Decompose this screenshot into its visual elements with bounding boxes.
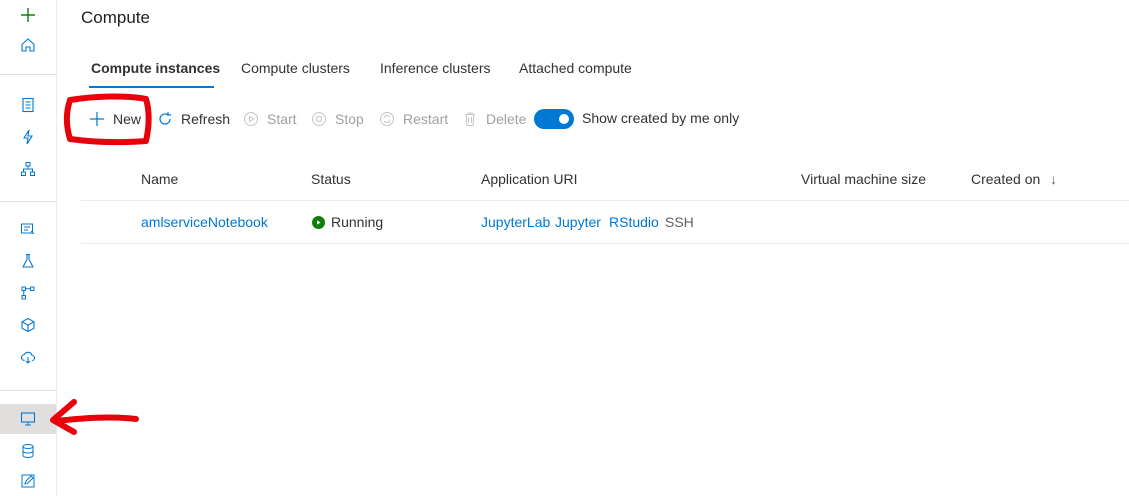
nav-divider bbox=[0, 390, 56, 391]
status-text: Running bbox=[331, 214, 384, 230]
tab-compute-clusters[interactable]: Compute clusters bbox=[241, 60, 350, 76]
experiments-icon[interactable] bbox=[0, 246, 56, 276]
play-icon bbox=[244, 112, 258, 126]
refresh-icon bbox=[159, 112, 171, 125]
created-on-label: Created on bbox=[971, 171, 1041, 187]
status-cell: Running bbox=[312, 214, 383, 230]
plus-icon bbox=[90, 112, 104, 126]
created-by-me-toggle[interactable] bbox=[534, 109, 574, 129]
jupyterlab-link[interactable]: JupyterLab bbox=[481, 214, 550, 230]
tab-attached-compute[interactable]: Attached compute bbox=[519, 60, 632, 76]
home-icon[interactable] bbox=[0, 30, 56, 60]
refresh-button[interactable]: Refresh bbox=[157, 108, 230, 130]
stop-icon bbox=[312, 112, 326, 126]
rstudio-link[interactable]: RStudio bbox=[609, 214, 659, 230]
datastores-icon[interactable] bbox=[0, 436, 56, 466]
column-header-vm-size[interactable]: Virtual machine size bbox=[801, 171, 926, 187]
active-tab-indicator bbox=[89, 86, 214, 88]
column-header-status[interactable]: Status bbox=[311, 171, 351, 187]
running-status-icon bbox=[312, 215, 325, 229]
restart-icon bbox=[380, 112, 394, 126]
trash-icon bbox=[465, 112, 475, 126]
ssh-link[interactable]: SSH bbox=[665, 214, 694, 230]
sort-descending-icon: ↓ bbox=[1050, 171, 1058, 187]
automl-icon[interactable] bbox=[0, 122, 56, 152]
new-button-label: New bbox=[113, 111, 142, 127]
delete-button[interactable]: Delete bbox=[462, 108, 526, 130]
compute-icon[interactable] bbox=[0, 404, 56, 434]
annotation-arrow-shaft bbox=[53, 414, 139, 424]
tab-compute-instances[interactable]: Compute instances bbox=[91, 60, 220, 76]
notebook-icon[interactable] bbox=[0, 90, 56, 120]
compute-name-link[interactable]: amlserviceNotebook bbox=[141, 214, 268, 230]
delete-button-label: Delete bbox=[486, 111, 527, 127]
left-nav bbox=[0, 0, 57, 496]
datasets-icon[interactable] bbox=[0, 214, 56, 244]
toggle-label: Show created by me only bbox=[582, 110, 740, 126]
designer-icon[interactable] bbox=[0, 154, 56, 184]
new-button[interactable]: New bbox=[89, 108, 141, 130]
toggle-knob bbox=[559, 114, 569, 124]
start-button[interactable]: Start bbox=[243, 108, 297, 130]
plus-icon[interactable] bbox=[0, 0, 56, 30]
models-icon[interactable] bbox=[0, 310, 56, 340]
column-header-created-on[interactable]: Created on ↓ bbox=[971, 171, 1057, 187]
row-divider bbox=[81, 243, 1129, 244]
jupyter-link[interactable]: Jupyter bbox=[555, 214, 601, 230]
header-divider bbox=[81, 200, 1129, 201]
labeling-icon[interactable] bbox=[0, 466, 56, 496]
refresh-button-label: Refresh bbox=[181, 111, 231, 127]
endpoints-icon[interactable] bbox=[0, 342, 56, 372]
column-header-application-uri[interactable]: Application URI bbox=[481, 171, 578, 187]
restart-button[interactable]: Restart bbox=[379, 108, 448, 130]
nav-divider bbox=[0, 74, 56, 75]
stop-button[interactable]: Stop bbox=[311, 108, 364, 130]
column-header-name[interactable]: Name bbox=[141, 171, 178, 187]
restart-button-label: Restart bbox=[403, 111, 449, 127]
tab-inference-clusters[interactable]: Inference clusters bbox=[380, 60, 491, 76]
page-title: Compute bbox=[81, 8, 150, 27]
nav-divider bbox=[0, 201, 56, 202]
start-button-label: Start bbox=[267, 111, 297, 127]
pipelines-icon[interactable] bbox=[0, 278, 56, 308]
stop-button-label: Stop bbox=[335, 111, 364, 127]
